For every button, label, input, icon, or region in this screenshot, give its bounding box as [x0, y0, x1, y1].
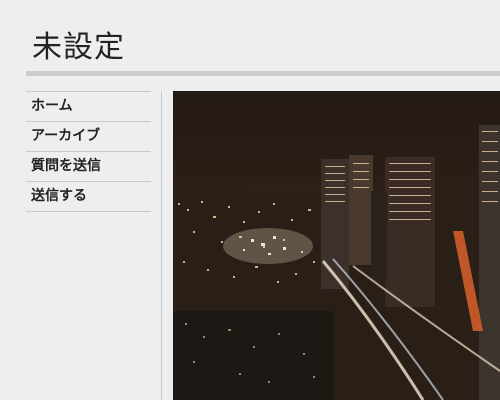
- post-photo[interactable]: [173, 91, 500, 400]
- nav-item-send[interactable]: 送信する: [26, 181, 151, 212]
- title-divider: [26, 71, 500, 76]
- nav-item-submit-question[interactable]: 質問を送信: [26, 151, 151, 181]
- city-night-image: [173, 91, 500, 400]
- sidebar-divider: [161, 91, 162, 400]
- nav-item-archive[interactable]: アーカイブ: [26, 121, 151, 151]
- nav-item-home[interactable]: ホーム: [26, 91, 151, 121]
- sidebar-nav: ホーム アーカイブ 質問を送信 送信する: [26, 91, 151, 212]
- site-title: 未設定: [32, 30, 125, 65]
